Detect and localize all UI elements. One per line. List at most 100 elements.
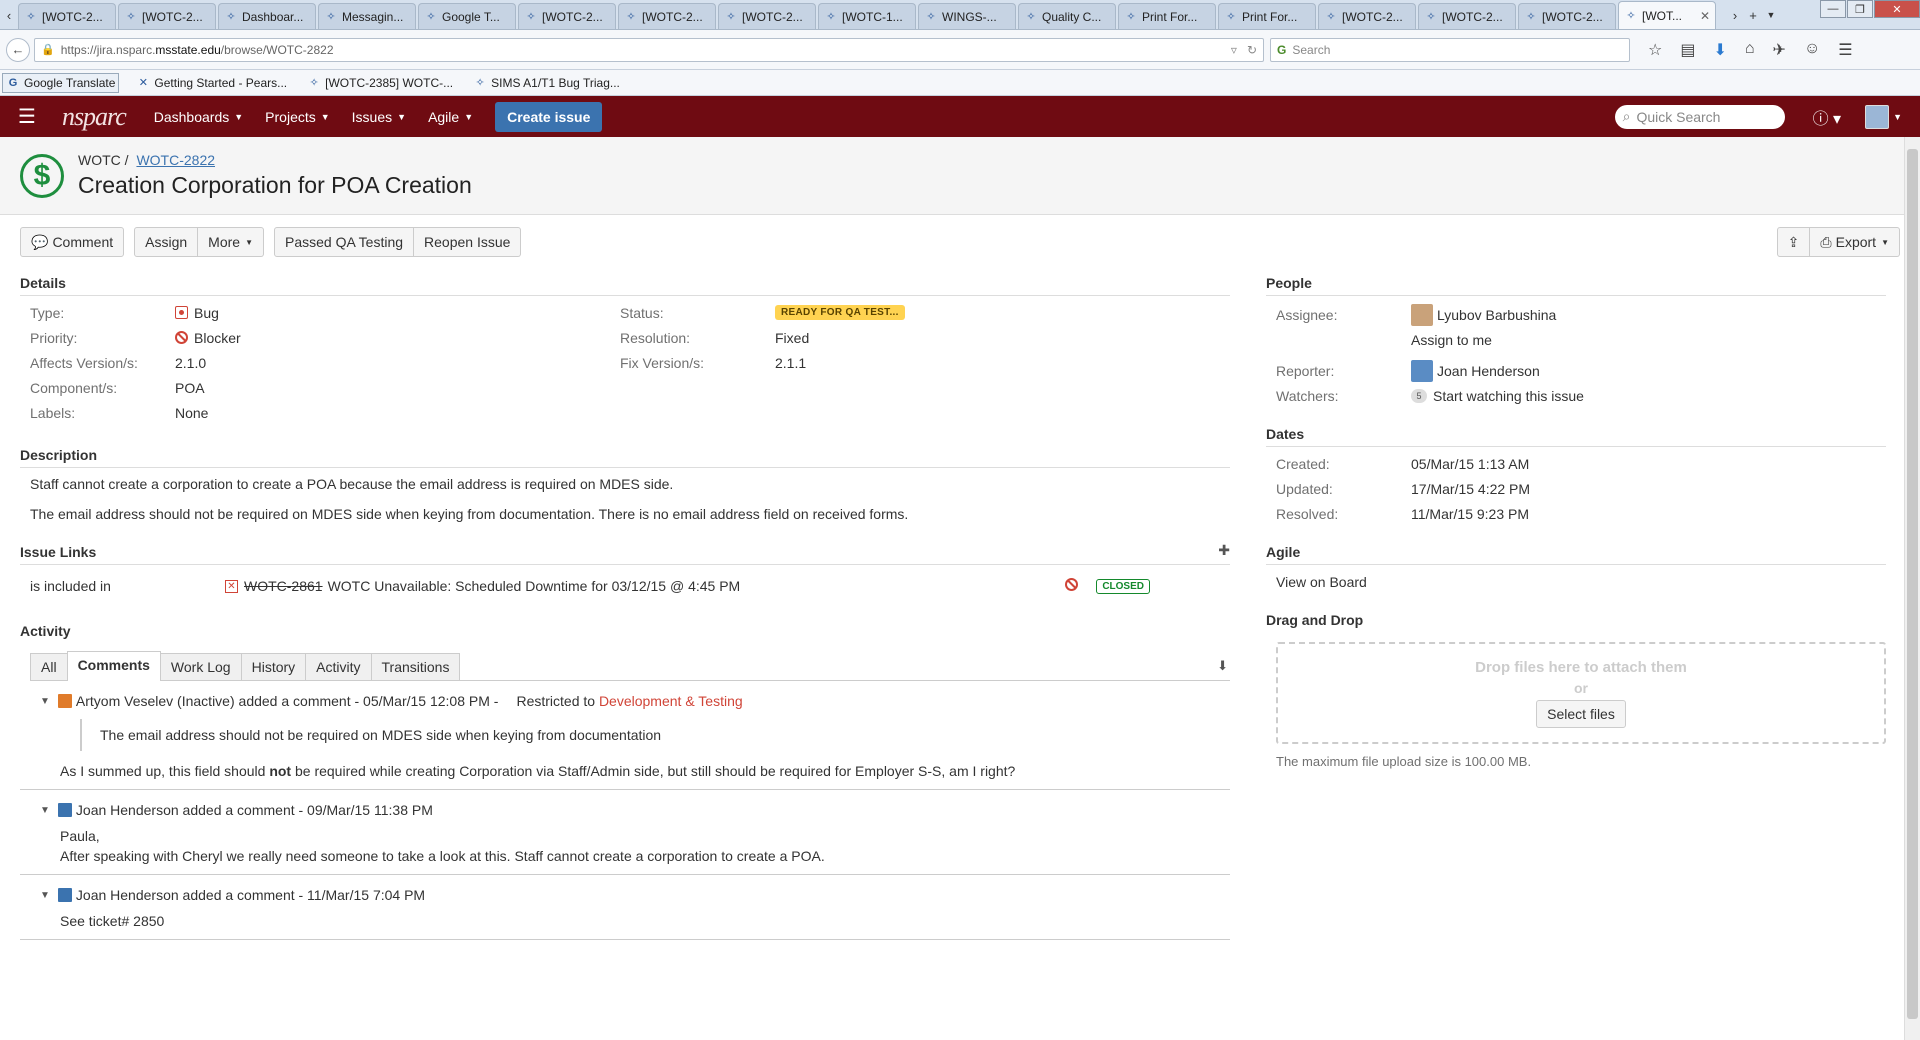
tab-history[interactable]: History xyxy=(240,653,307,680)
back-icon[interactable]: ← xyxy=(6,37,30,62)
browser-tab[interactable]: ✧ [WOTC-2... xyxy=(1418,3,1516,29)
tab-list-icon[interactable]: ▼ xyxy=(1762,1,1780,29)
browser-tab[interactable]: ✧ [WOTC-2... xyxy=(18,3,116,29)
dates-heading[interactable]: Dates xyxy=(1266,426,1886,447)
bookmark-star-icon[interactable]: ☆ xyxy=(1648,40,1662,60)
help-icon[interactable]: ⓘ ▾ xyxy=(1813,105,1841,129)
home-icon[interactable]: ⌂ xyxy=(1745,40,1755,60)
browser-tab[interactable]: ✧ [WOT... ✕ xyxy=(1618,1,1716,29)
people-heading[interactable]: People xyxy=(1266,275,1886,296)
tab-scroll-left[interactable]: ‹ xyxy=(0,1,18,29)
breadcrumb-project[interactable]: WOTC xyxy=(78,152,121,168)
assign-button[interactable]: Assign xyxy=(134,227,199,257)
comment-author[interactable]: Artyom Veselev (Inactive) xyxy=(76,693,235,709)
nsparc-logo[interactable]: nsparc xyxy=(62,102,127,132)
tab-work-log[interactable]: Work Log xyxy=(159,653,242,680)
close-tab-icon[interactable]: ✕ xyxy=(1700,9,1710,23)
scrollbar-thumb[interactable] xyxy=(1907,149,1918,1019)
browser-tab[interactable]: ✧ Print For... xyxy=(1118,3,1216,29)
browser-tab[interactable]: ✧ [WOTC-2... xyxy=(718,3,816,29)
bookmark-wotc-2385[interactable]: ✧ [WOTC-2385] WOTC-... xyxy=(304,74,456,92)
quick-search-input[interactable]: ⌕ Quick Search xyxy=(1614,104,1785,129)
browser-search-input[interactable]: G Search xyxy=(1270,37,1630,62)
bookmark-google-translate[interactable]: G Google Translate xyxy=(2,72,120,93)
browser-tab[interactable]: ✧ Messagin... xyxy=(318,3,416,29)
add-link-icon[interactable]: ✚ xyxy=(1218,542,1230,559)
share-button[interactable]: ⇪ xyxy=(1776,227,1811,257)
browser-tab[interactable]: ✧ [WOTC-2... xyxy=(118,3,216,29)
assign-to-me-link[interactable]: Assign to me xyxy=(1411,332,1492,348)
browser-tab[interactable]: ✧ Dashboar... xyxy=(218,3,316,29)
breadcrumb-issue-key[interactable]: WOTC-2822 xyxy=(136,152,215,168)
browser-tab[interactable]: ✧ [WOTC-2... xyxy=(518,3,616,29)
comment-author[interactable]: Joan Henderson xyxy=(76,802,179,818)
select-files-button[interactable]: Select files xyxy=(1536,699,1626,728)
reload-icon[interactable]: ↻ xyxy=(1247,43,1257,57)
nav-projects[interactable]: Projects ▼ xyxy=(265,109,330,125)
tab-transitions[interactable]: Transitions xyxy=(370,653,461,680)
browser-tab[interactable]: ✧ WINGS-... xyxy=(918,3,1016,29)
affects-value[interactable]: 2.1.0 xyxy=(175,355,206,371)
comment-author[interactable]: Joan Henderson xyxy=(76,887,179,903)
reporter-value[interactable]: Joan Henderson xyxy=(1437,363,1540,379)
chat-icon[interactable]: ☺ xyxy=(1804,40,1820,60)
restricted-group-link[interactable]: Development & Testing xyxy=(599,693,743,709)
linked-issue-summary[interactable]: WOTC Unavailable: Scheduled Downtime for… xyxy=(328,578,741,594)
drag-drop-heading[interactable]: Drag and Drop xyxy=(1266,612,1886,632)
assignee-value[interactable]: Lyubov Barbushina xyxy=(1437,307,1556,323)
browser-tab[interactable]: ✧ [WOTC-2... xyxy=(1518,3,1616,29)
url-bar[interactable]: 🔒 https://jira.nsparc.msstate.edu/browse… xyxy=(34,37,1264,62)
page-title[interactable]: Creation Corporation for POA Creation xyxy=(78,172,472,199)
issue-links-heading[interactable]: Issue Links ✚ xyxy=(20,542,1230,565)
resolved-value: 11/Mar/15 9:23 PM xyxy=(1411,505,1530,522)
new-tab-icon[interactable]: + xyxy=(1744,1,1762,29)
component-value[interactable]: POA xyxy=(175,380,205,396)
chevron-down-icon[interactable]: ▼ xyxy=(40,696,50,707)
app-switcher-icon[interactable]: ☰ xyxy=(18,104,36,129)
view-on-board-link[interactable]: View on Board xyxy=(1276,574,1367,590)
passed-qa-button[interactable]: Passed QA Testing xyxy=(273,227,415,257)
browser-tab[interactable]: ✧ [WOTC-1... xyxy=(818,3,916,29)
browser-tab[interactable]: ✧ [WOTC-2... xyxy=(1318,3,1416,29)
fix-version-value[interactable]: 2.1.1 xyxy=(775,355,806,371)
watchers-count[interactable]: 5 xyxy=(1411,388,1427,403)
export-button[interactable]: ⎙ Export ▼ xyxy=(1810,227,1900,257)
browser-tab[interactable]: ✧ [WOTC-2... xyxy=(618,3,716,29)
reading-list-icon[interactable]: ▤ xyxy=(1680,40,1695,60)
dropdown-icon[interactable]: ▿ xyxy=(1231,43,1237,57)
chevron-down-icon[interactable]: ▼ xyxy=(40,805,50,816)
tab-all[interactable]: All xyxy=(30,653,68,680)
nav-agile[interactable]: Agile ▼ xyxy=(428,109,473,125)
close-window-icon[interactable]: ✕ xyxy=(1874,0,1920,18)
restore-icon[interactable]: ❐ xyxy=(1847,0,1873,18)
nav-issues[interactable]: Issues ▼ xyxy=(352,109,406,125)
page-scrollbar[interactable] xyxy=(1904,137,1920,1040)
browser-tab[interactable]: ✧ Google T... xyxy=(418,3,516,29)
minimize-icon[interactable]: — xyxy=(1820,0,1846,18)
chevron-down-icon[interactable]: ▼ xyxy=(40,890,50,901)
user-menu[interactable]: ▼ xyxy=(1865,104,1902,129)
tab-activity[interactable]: Activity xyxy=(305,653,372,680)
browser-tab[interactable]: ✧ Quality C... xyxy=(1018,3,1116,29)
bookmark-getting-started[interactable]: ✕ Getting Started - Pears... xyxy=(133,74,290,92)
bookmark-sims-triage[interactable]: ✧ SIMS A1/T1 Bug Triag... xyxy=(470,74,623,92)
tab-comments[interactable]: Comments xyxy=(66,651,161,681)
description-heading[interactable]: Description xyxy=(20,447,1230,468)
file-drop-zone[interactable]: Drop files here to attach them or Select… xyxy=(1276,642,1886,744)
agile-heading[interactable]: Agile xyxy=(1266,544,1886,565)
nav-dashboards[interactable]: Dashboards ▼ xyxy=(154,109,243,125)
tab-scroll-right[interactable]: › xyxy=(1726,1,1744,29)
menu-icon[interactable]: ☰ xyxy=(1838,40,1852,60)
linked-issue-key[interactable]: WOTC-2861 xyxy=(244,578,323,594)
details-heading[interactable]: Details xyxy=(20,275,1230,296)
extension-icon[interactable]: ✈ xyxy=(1773,40,1786,60)
start-watching-link[interactable]: Start watching this issue xyxy=(1433,388,1584,404)
create-issue-button[interactable]: Create issue xyxy=(495,101,603,132)
more-button[interactable]: More ▼ xyxy=(198,227,264,257)
reopen-issue-button[interactable]: Reopen Issue xyxy=(414,227,522,257)
comment-button[interactable]: 💬 Comment xyxy=(20,227,125,257)
sort-icon[interactable]: ⬇ xyxy=(1217,658,1228,680)
activity-heading[interactable]: Activity xyxy=(20,623,1230,643)
download-icon[interactable]: ⬇ xyxy=(1713,40,1726,60)
browser-tab[interactable]: ✧ Print For... xyxy=(1218,3,1316,29)
